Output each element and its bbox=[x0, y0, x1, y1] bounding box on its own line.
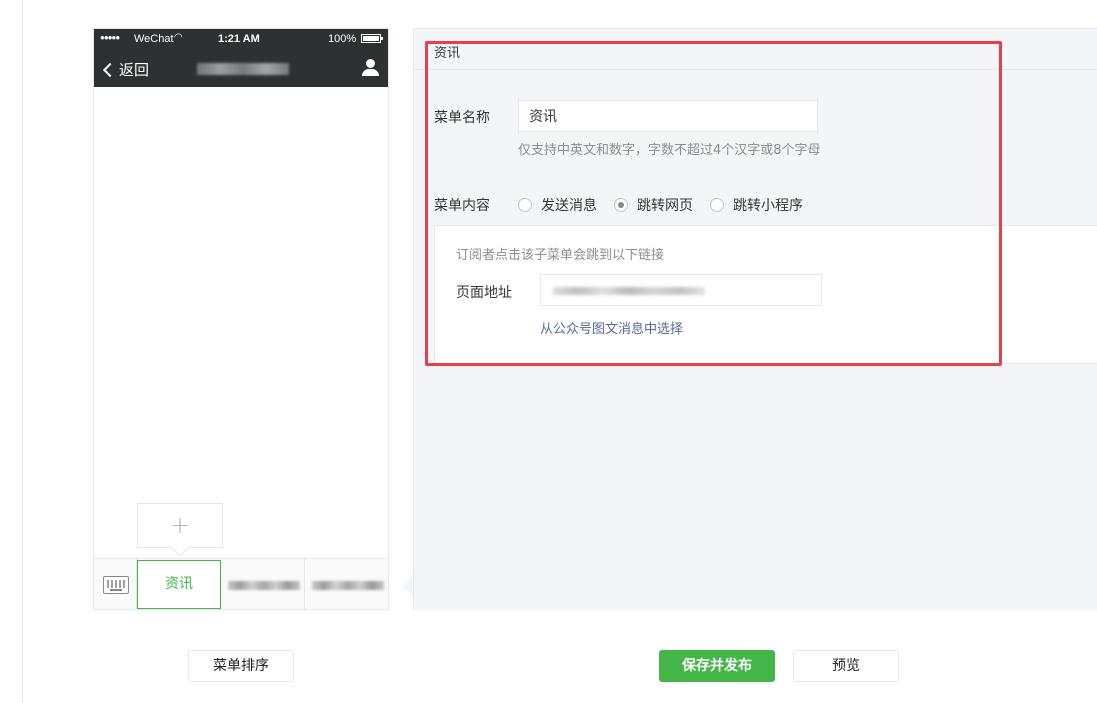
menu-item-active[interactable]: 资讯 bbox=[137, 560, 221, 609]
radio-circle-checked bbox=[614, 198, 628, 212]
menu-divider bbox=[304, 559, 305, 610]
back-label: 返回 bbox=[119, 61, 150, 79]
account-name-blurred bbox=[197, 63, 289, 75]
status-time: 1:21 AM bbox=[218, 33, 260, 45]
radio-send-message[interactable]: 发送消息 bbox=[518, 195, 597, 215]
battery-icon bbox=[361, 34, 383, 43]
signal-icon: ●●●●● bbox=[100, 33, 120, 42]
phone-nav-bar: 返回 bbox=[94, 49, 388, 87]
add-submenu-button[interactable]: + bbox=[137, 503, 223, 548]
keyboard-icon[interactable] bbox=[103, 576, 129, 594]
radio-circle bbox=[710, 198, 724, 212]
radio-jump-miniprogram[interactable]: 跳转小程序 bbox=[710, 195, 803, 215]
radio-label: 跳转网页 bbox=[637, 198, 693, 214]
wifi-icon: ◠ bbox=[174, 32, 183, 43]
page-left-border bbox=[22, 0, 23, 703]
editor-header: 资讯 bbox=[414, 29, 1097, 70]
phone-menu-bar: 资讯 bbox=[94, 558, 388, 610]
editor-pointer-arrow bbox=[402, 575, 413, 597]
menu-content-options: 发送消息 跳转网页 跳转小程序 bbox=[518, 195, 820, 215]
battery-percent: 100% bbox=[328, 33, 357, 45]
webpage-settings-box: 订阅者点击该子菜单会跳到以下链接 页面地址 从公众号图文消息中选择 bbox=[434, 225, 1097, 364]
menu-item-blurred[interactable] bbox=[312, 581, 384, 590]
page-url-input[interactable] bbox=[540, 274, 822, 306]
url-value-blurred bbox=[553, 287, 705, 295]
radio-jump-webpage[interactable]: 跳转网页 bbox=[614, 195, 693, 215]
user-profile-icon[interactable] bbox=[362, 59, 379, 77]
editor-title: 资讯 bbox=[434, 46, 461, 61]
menu-content-label: 菜单内容 bbox=[434, 198, 490, 214]
webpage-description: 订阅者点击该子菜单会跳到以下链接 bbox=[456, 248, 665, 263]
phone-status-bar: ●●●●● WeChat ◠ 1:21 AM 100% bbox=[94, 29, 388, 49]
menu-item-blurred[interactable] bbox=[228, 581, 300, 590]
save-and-publish-button[interactable]: 保存并发布 bbox=[659, 650, 775, 682]
sort-menu-button[interactable]: 菜单排序 bbox=[188, 650, 294, 682]
radio-label: 跳转小程序 bbox=[733, 198, 803, 214]
menu-name-input[interactable] bbox=[518, 100, 818, 132]
radio-label: 发送消息 bbox=[541, 198, 597, 214]
carrier-name: WeChat bbox=[134, 33, 174, 45]
menu-name-hint: 仅支持中英文和数字，字数不超过4个汉字或8个字母 bbox=[518, 143, 821, 158]
menu-name-label: 菜单名称 bbox=[434, 110, 490, 126]
chevron-left-icon bbox=[102, 62, 118, 77]
radio-circle bbox=[518, 198, 532, 212]
preview-button[interactable]: 预览 bbox=[793, 650, 899, 682]
menu-editor-panel: 资讯 菜单名称 仅支持中英文和数字，字数不超过4个汉字或8个字母 菜单内容 发送… bbox=[413, 28, 1097, 610]
page-url-label: 页面地址 bbox=[456, 285, 512, 301]
back-button[interactable]: 返回 bbox=[102, 59, 149, 80]
select-from-articles-link[interactable]: 从公众号图文消息中选择 bbox=[540, 318, 683, 337]
